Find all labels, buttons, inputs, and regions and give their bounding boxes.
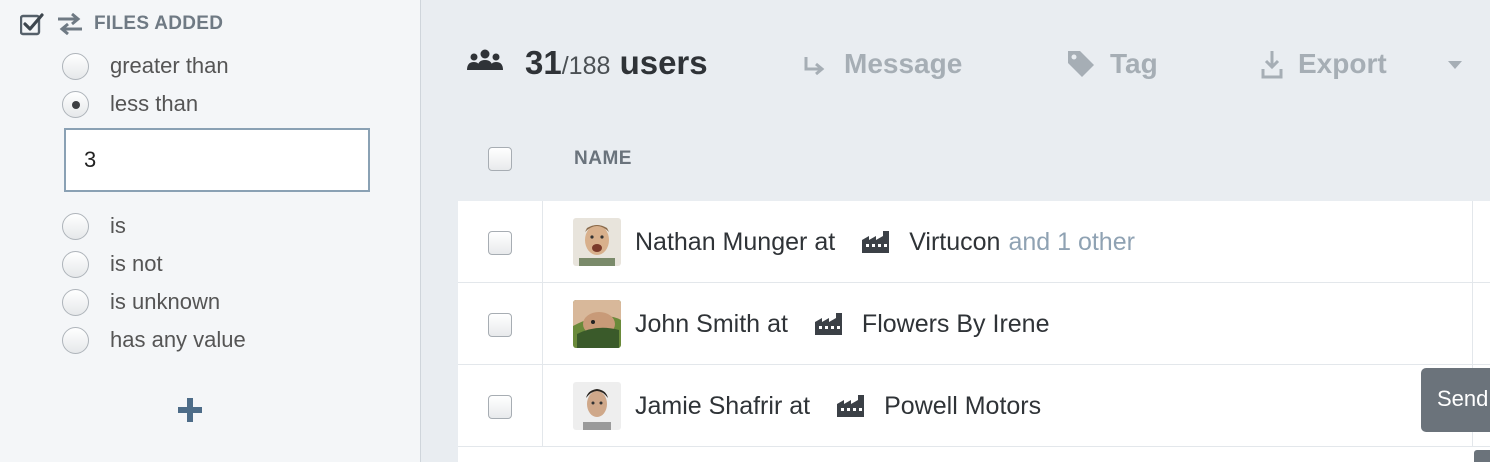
radio-button-selected[interactable] bbox=[62, 90, 89, 118]
plus-icon[interactable] bbox=[172, 392, 208, 428]
radio-button[interactable] bbox=[62, 212, 89, 240]
column-header-name[interactable]: NAME bbox=[574, 148, 632, 170]
tooltip-pointer bbox=[1474, 450, 1490, 462]
column-divider bbox=[1472, 201, 1473, 283]
at-label: at bbox=[789, 391, 811, 420]
option-has-any-value[interactable]: has any value bbox=[62, 325, 246, 355]
company-name[interactable]: Powell Motors bbox=[884, 392, 1041, 421]
option-label: less than bbox=[110, 91, 199, 116]
option-label: has any value bbox=[110, 327, 246, 352]
option-label: greater than bbox=[110, 53, 229, 78]
row-text: Jamie Shafrir at Powell Motors bbox=[635, 390, 1049, 422]
filtered-count: 31 bbox=[525, 44, 562, 81]
toolbar: 31/188 users Message Tag Export bbox=[422, 0, 1490, 130]
company-name[interactable]: Flowers By Irene bbox=[862, 310, 1050, 339]
radio-button[interactable] bbox=[62, 52, 89, 80]
column-divider bbox=[1472, 283, 1473, 365]
filter-value-input[interactable] bbox=[64, 128, 370, 192]
table-row[interactable]: John Smith at Flowers By Irene bbox=[458, 283, 1490, 365]
filter-header: FILES ADDED bbox=[20, 10, 223, 38]
select-all-checkbox[interactable] bbox=[488, 147, 512, 171]
user-name[interactable]: Nathan Munger bbox=[635, 228, 807, 257]
swap-arrows-icon bbox=[56, 12, 84, 36]
download-icon bbox=[1260, 49, 1284, 79]
other-companies-link[interactable]: and 1 other bbox=[1008, 228, 1135, 257]
user-name[interactable]: Jamie Shafrir bbox=[635, 392, 782, 421]
option-label: is unknown bbox=[110, 289, 221, 314]
at-label: at bbox=[814, 227, 836, 256]
option-less-than[interactable]: less than bbox=[62, 89, 198, 119]
radio-button[interactable] bbox=[62, 288, 89, 316]
export-label: Export bbox=[1298, 48, 1387, 79]
chevron-down-icon[interactable] bbox=[1446, 58, 1464, 70]
message-icon bbox=[802, 53, 830, 75]
row-checkbox[interactable] bbox=[488, 395, 512, 419]
row-text: Nathan Munger at Virtucon and 1 other bbox=[635, 226, 1135, 258]
option-is-not[interactable]: is not bbox=[62, 249, 163, 279]
table-header: NAME bbox=[458, 130, 1490, 200]
row-checkbox-cell bbox=[458, 365, 543, 447]
option-label: is bbox=[110, 213, 126, 238]
filter-panel: FILES ADDED greater than less than is is… bbox=[0, 0, 421, 462]
avatar[interactable] bbox=[573, 382, 621, 430]
send-tooltip: Send bbox=[1421, 368, 1490, 432]
tag-icon bbox=[1066, 49, 1096, 79]
users-label: users bbox=[619, 44, 708, 81]
user-name[interactable]: John Smith bbox=[635, 310, 760, 339]
message-button[interactable]: Message bbox=[802, 46, 962, 82]
option-label: is not bbox=[110, 251, 163, 276]
user-count: 31/188 users bbox=[525, 44, 708, 82]
option-is-unknown[interactable]: is unknown bbox=[62, 287, 220, 317]
message-label: Message bbox=[844, 48, 963, 79]
radio-button[interactable] bbox=[62, 326, 89, 354]
table-row[interactable]: Nathan Munger at Virtucon and 1 other bbox=[458, 201, 1490, 283]
users-icon bbox=[466, 48, 504, 74]
building-icon bbox=[814, 312, 844, 336]
tag-label: Tag bbox=[1110, 48, 1158, 79]
company-name[interactable]: Virtucon bbox=[909, 228, 1000, 257]
radio-button[interactable] bbox=[62, 250, 89, 278]
avatar[interactable] bbox=[573, 218, 621, 266]
avatar[interactable] bbox=[573, 300, 621, 348]
filter-title: FILES ADDED bbox=[94, 13, 224, 34]
option-is[interactable]: is bbox=[62, 211, 126, 241]
tooltip-text: Send bbox=[1437, 386, 1489, 411]
building-icon bbox=[836, 394, 866, 418]
checkbox-checked-icon[interactable] bbox=[20, 13, 44, 36]
user-list: Nathan Munger at Virtucon and 1 other Jo… bbox=[458, 201, 1490, 462]
row-text: John Smith at Flowers By Irene bbox=[635, 308, 1057, 340]
at-label: at bbox=[767, 309, 788, 338]
total-count: /188 bbox=[561, 52, 611, 80]
row-checkbox-cell bbox=[458, 201, 543, 283]
table-row[interactable]: Jamie Shafrir at Powell Motors bbox=[458, 365, 1490, 447]
building-icon bbox=[861, 230, 891, 254]
row-checkbox[interactable] bbox=[488, 313, 512, 337]
tag-button[interactable]: Tag bbox=[1066, 46, 1158, 82]
row-checkbox-cell bbox=[458, 283, 543, 365]
row-checkbox[interactable] bbox=[488, 231, 512, 255]
option-greater-than[interactable]: greater than bbox=[62, 51, 229, 81]
export-button[interactable]: Export bbox=[1260, 46, 1387, 82]
